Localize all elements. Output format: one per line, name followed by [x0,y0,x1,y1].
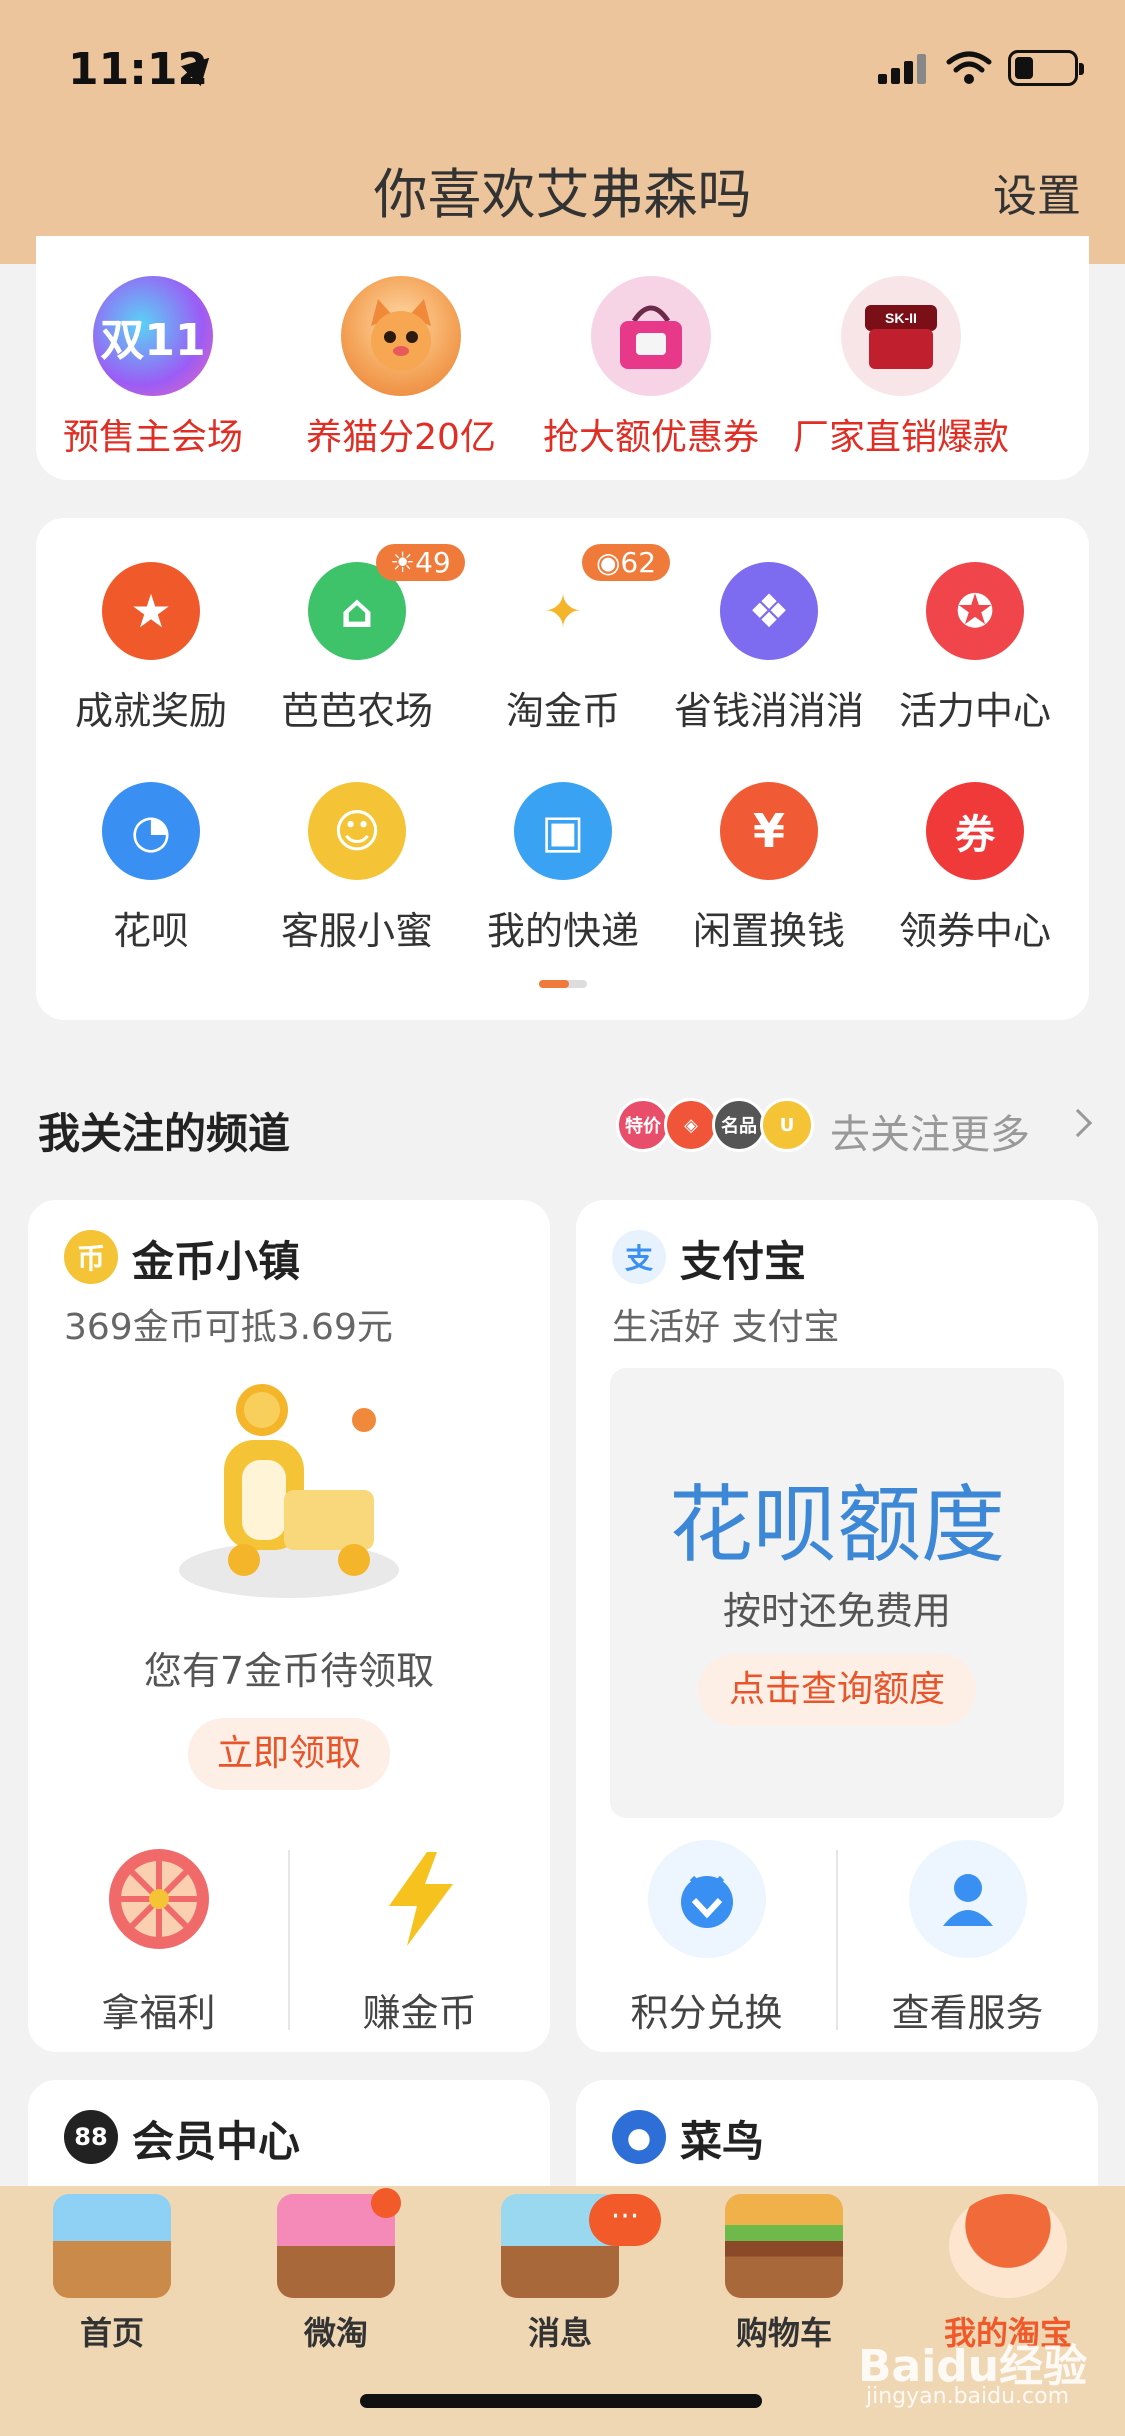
grid-item-idle-cash[interactable]: ¥ 闲置换钱 [666,782,872,955]
money-bag-icon: ¥ [720,782,818,880]
grid-item-achievement[interactable]: ★ 成就奖励 [48,562,254,735]
baidu-watermark-url: jingyan.baidu.com [866,2384,1070,2409]
tab-messages[interactable]: ··· 消息 [460,2194,661,2354]
channel-title: 支付宝 [680,1237,807,1286]
settings-button[interactable]: 设置 [993,160,1081,224]
tab-home[interactable]: 首页 [12,2194,212,2354]
promo-item-factory[interactable]: SK-II 厂家直销爆款 [776,276,1026,460]
user-icon [908,1840,1027,1958]
medal-icon: ✪ [926,562,1024,660]
promo-card: 双11 预售主会场 养猫分20亿 抢大额优惠券 SK-II 厂家直销爆款 [36,236,1089,480]
check-limit-button[interactable]: 点击查询额度 [698,1654,976,1726]
cat-icon [341,276,461,396]
channel-card-alipay[interactable]: 支 支付宝 生活好 支付宝 花呗额度 按时还免费用 点击查询额度 积分兑换 查看… [576,1200,1098,2052]
channel-avatar-sale: 特价 [616,1098,670,1152]
huabei-icon: ◔ [102,782,200,880]
message-badge: ··· [589,2194,661,2246]
coin-cart-illustration [179,1384,399,1598]
tab-weitao[interactable]: 微淘 [236,2188,436,2354]
points-exchange-button[interactable]: 积分兑换 [576,1840,837,2037]
coin-count-badge: ◉62 [582,544,671,581]
promo-item-coupon[interactable]: 抢大额优惠券 [526,276,776,460]
battery-icon [1008,50,1084,86]
huabei-limit-subtitle: 按时还免费用 [722,1589,951,1633]
chevron-right-icon[interactable] [1063,1108,1093,1138]
promo-item-cat[interactable]: 养猫分20亿 [276,276,526,460]
message-box-icon: ··· [501,2194,661,2298]
page-title: 你喜欢艾弗森吗 [373,163,752,226]
welfare-button[interactable]: 拿福利 [28,1840,289,2037]
member-88-icon: 88 [64,2110,118,2164]
channel-card-gold-town[interactable]: 币 金币小镇 369金币可抵3.69元 您有7金币待领取 立即领取 拿福利 赚金… [28,1200,550,2052]
channel-title: 菜鸟 [680,2117,765,2166]
grid-item-huabei[interactable]: ◔ 花呗 [48,782,254,955]
page-indicator [539,980,587,988]
tab-cart[interactable]: 购物车 [684,2194,884,2354]
grid-item-gold-coin[interactable]: ✦ ◉62 淘金币 [460,544,671,735]
wifi-icon [946,51,992,84]
lightning-icon [361,1840,479,1958]
notification-dot [371,2188,401,2218]
gold-coin-icon: 币 [64,1230,118,1284]
grid-item-farm[interactable]: ⌂ ☀49 芭芭农场 [254,544,465,735]
earn-coins-button[interactable]: 赚金币 [289,1840,550,2037]
svg-text:SK-II: SK-II [885,310,917,326]
puzzle-icon: ❖ [720,562,818,660]
header-bar: 11:12 你喜欢艾弗森吗 设置 [0,0,1125,264]
grid-item-match-game[interactable]: ❖ 省钱消消消 [666,562,872,735]
channel-subtitle: 生活好 支付宝 [612,1307,840,1348]
huabei-limit-panel[interactable]: 花呗额度 按时还免费用 点击查询额度 [610,1368,1064,1818]
handbag-icon [591,276,711,396]
claim-now-button[interactable]: 立即领取 [188,1718,390,1790]
channel-avatar-u: U [760,1098,814,1152]
service-bot-icon: ☺ [308,782,406,880]
grid-item-service[interactable]: ☺ 客服小蜜 [254,782,460,955]
channel-title: 金币小镇 [132,1237,301,1286]
huabei-limit-title: 花呗额度 [668,1476,1005,1574]
channel-avatar-brand: ◈ [664,1098,718,1152]
pending-coins-text: 您有7金币待领取 [143,1649,435,1693]
promo-item-presale[interactable]: 双11 预售主会场 [28,276,278,460]
doughnut-shop-icon [277,2188,401,2298]
farm-count-badge: ☀49 [376,544,465,581]
feature-grid-card: ★ 成就奖励 ⌂ ☀49 芭芭农场 ✦ ◉62 淘金币 ❖ 省钱消消消 ✪ 活力… [36,518,1089,1020]
home-indicator[interactable] [360,2394,762,2408]
channel-avatar-luxury: 名品 [712,1098,766,1152]
double11-icon: 双11 [93,276,213,396]
follow-more-link[interactable]: 去关注更多 [830,1102,1030,1160]
skii-jar-icon: SK-II [841,276,961,396]
points-badge-icon [647,1840,766,1958]
cellular-signal-icon [878,54,930,84]
grid-item-express[interactable]: ▣ 我的快递 [460,782,666,955]
package-icon: ▣ [514,782,612,880]
trophy-icon: ★ [102,562,200,660]
cainiao-icon: ● [612,2110,666,2164]
alipay-icon: 支 [612,1230,666,1284]
mushroom-avatar-icon [949,2194,1067,2298]
coupon-icon: 券 [926,782,1024,880]
prize-wheel-icon [100,1840,218,1958]
grid-item-coupon-center[interactable]: 券 领券中心 [872,782,1078,955]
burger-cart-icon [725,2194,843,2298]
channel-title: 会员中心 [132,2117,301,2166]
home-page-sign-icon [53,2194,171,2298]
view-services-button[interactable]: 查看服务 [837,1840,1098,2037]
section-title: 我关注的频道 [38,1109,291,1158]
channel-subtitle: 369金币可抵3.69元 [64,1307,393,1348]
grid-item-vitality[interactable]: ✪ 活力中心 [872,562,1078,735]
